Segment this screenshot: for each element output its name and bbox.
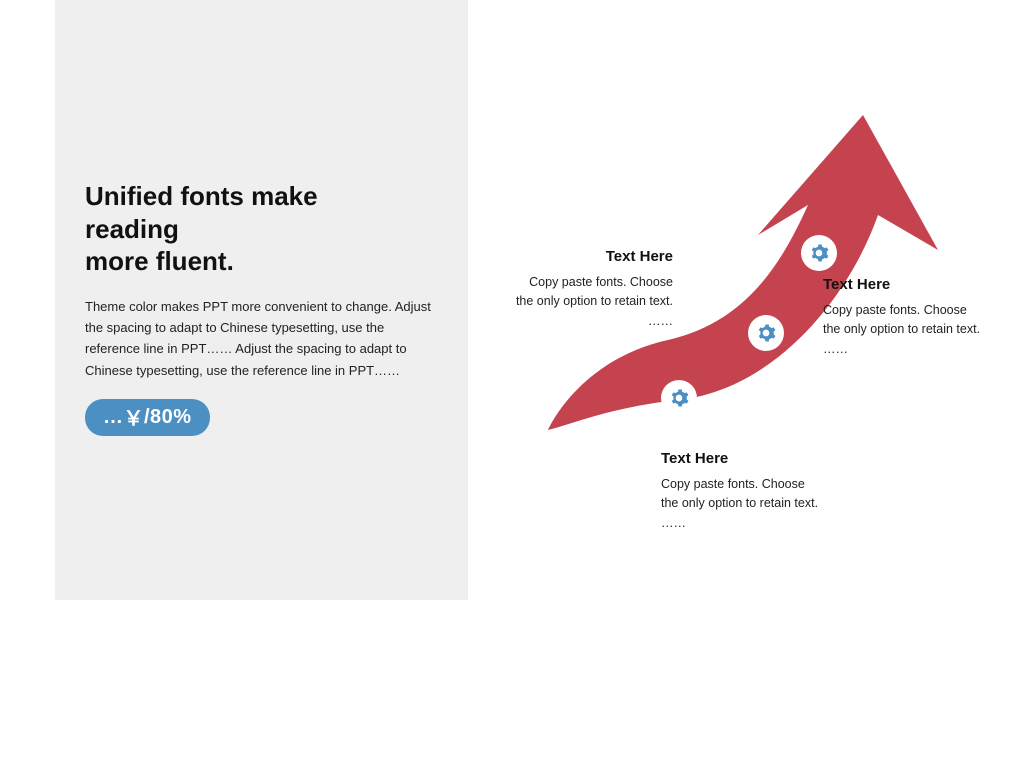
callout-top-left: Text Here Copy paste fonts. Choose the o…	[513, 248, 673, 331]
gear-icon	[756, 323, 776, 343]
callout-right: Text Here Copy paste fonts. Choose the o…	[823, 276, 983, 359]
gear-dot-2	[748, 315, 784, 351]
callout-body: Copy paste fonts. Choose the only option…	[661, 475, 821, 533]
slide-description: Theme color makes PPT more convenient to…	[85, 296, 435, 382]
badge-suffix: /80%	[144, 406, 192, 429]
title-line-2: reading	[85, 214, 179, 244]
slide-canvas: Unified fonts make reading more fluent. …	[0, 0, 1024, 768]
callout-title: Text Here	[513, 248, 673, 265]
gear-dot-1	[661, 380, 697, 416]
gear-icon	[669, 388, 689, 408]
title-line-3: more fluent.	[85, 246, 234, 276]
badge-prefix: …	[103, 406, 124, 429]
callout-title: Text Here	[823, 276, 983, 293]
callout-body: Copy paste fonts. Choose the only option…	[513, 273, 673, 331]
callout-title: Text Here	[661, 450, 821, 467]
title-line-1: Unified fonts make	[85, 181, 318, 211]
gear-icon	[809, 243, 829, 263]
left-content: Unified fonts make reading more fluent. …	[85, 180, 435, 436]
slide-title: Unified fonts make reading more fluent.	[85, 180, 435, 278]
gear-dot-3	[801, 235, 837, 271]
yen-symbol: ￥	[124, 402, 145, 431]
price-badge: … ￥ /80%	[85, 399, 210, 436]
callout-body: Copy paste fonts. Choose the only option…	[823, 301, 983, 359]
right-area: Text Here Copy paste fonts. Choose the o…	[468, 0, 1024, 768]
left-panel: Unified fonts make reading more fluent. …	[55, 0, 468, 600]
callout-bottom: Text Here Copy paste fonts. Choose the o…	[661, 450, 821, 533]
